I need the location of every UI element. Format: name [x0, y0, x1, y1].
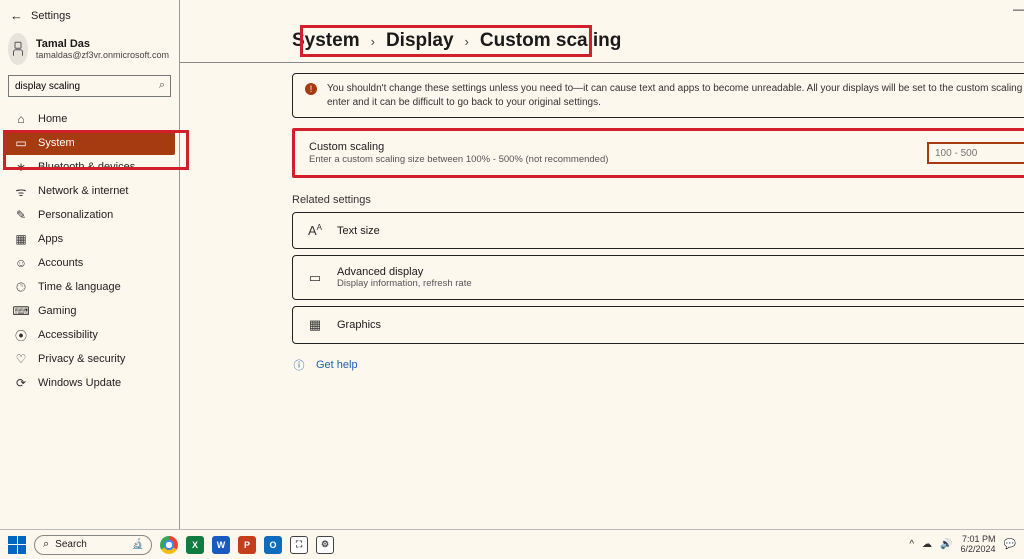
back-icon[interactable]: ←	[10, 8, 23, 23]
sidebar-item-label: Bluetooth & devices	[38, 161, 135, 173]
setting-advanced-display[interactable]: ▭ Advanced display Display information, …	[292, 255, 1024, 300]
sidebar-item-label: Windows Update	[38, 377, 121, 389]
search-input[interactable]	[8, 75, 171, 97]
custom-scaling-card: Custom scaling Enter a custom scaling si…	[292, 128, 1024, 178]
start-button[interactable]	[8, 536, 26, 554]
search-icon: ⌕	[43, 538, 49, 551]
breadcrumb: System › Display › Custom scaling	[180, 0, 1024, 62]
sidebar-item-personalization[interactable]: ✎ Personalization	[4, 203, 175, 227]
gaming-icon: ⌨	[14, 304, 28, 318]
update-icon: ⟳	[14, 376, 28, 390]
tray-volume-icon[interactable]: 🔊	[940, 539, 952, 550]
shield-icon: ♡	[14, 352, 28, 366]
sidebar-item-system[interactable]: ▭ System	[4, 131, 175, 155]
sidebar-item-bluetooth[interactable]: ∗ Bluetooth & devices	[4, 155, 175, 179]
chevron-right-icon: ›	[371, 34, 375, 49]
graphics-icon: ▦	[307, 317, 323, 333]
brush-icon: ✎	[14, 208, 28, 222]
accessibility-icon: ⦿	[14, 327, 28, 344]
wifi-icon: ᯤ	[14, 183, 28, 200]
breadcrumb-system[interactable]: System	[292, 30, 360, 52]
taskbar-chrome[interactable]	[160, 536, 178, 554]
taskbar-clock[interactable]: 7:01 PM 6/2/2024	[961, 535, 996, 554]
profile-email: tamaldas@zf3vr.onmicrosoft.com	[36, 50, 169, 60]
warning-card: ! You shouldn't change these settings un…	[292, 73, 1024, 118]
warning-icon: !	[305, 83, 317, 95]
taskbar-settings[interactable]: ⚙	[316, 536, 334, 554]
taskbar-search[interactable]: ⌕ Search 🔬	[34, 535, 152, 555]
custom-scale-input[interactable]	[927, 142, 1024, 164]
get-help-link[interactable]: Get help	[316, 359, 358, 371]
sidebar-item-update[interactable]: ⟳ Windows Update	[4, 371, 175, 395]
clock-icon: 🕑︎	[14, 280, 28, 295]
setting-title: Advanced display	[337, 266, 1024, 278]
setting-title: Text size	[337, 225, 1024, 237]
person-icon	[9, 40, 27, 58]
nav-list: ⌂ Home ▭ System ∗ Bluetooth & devices ᯤ Netw…	[4, 105, 175, 395]
main-pane: — ❐ ✕ System › Display › Custom scaling …	[180, 0, 1024, 529]
sidebar-item-apps[interactable]: ▦ Apps	[4, 227, 175, 251]
sidebar: ← Settings Tamal Das tamaldas@zf3vr.onmi…	[0, 0, 180, 529]
setting-text-size[interactable]: AA Text size ›	[292, 212, 1024, 249]
sidebar-item-label: Personalization	[38, 209, 113, 221]
taskbar: ⌕ Search 🔬 X W P O ⛶ ⚙ ^ ☁ 🔊 7:01 PM 6/2…	[0, 529, 1024, 559]
sidebar-item-label: Time & language	[38, 281, 121, 293]
tray-cloud-icon[interactable]: ☁	[922, 539, 932, 550]
clock-date: 6/2/2024	[961, 545, 996, 554]
minimize-button[interactable]: —	[1012, 2, 1024, 16]
tray-chevron-up-icon[interactable]: ^	[909, 539, 914, 550]
display-icon: ▭	[307, 270, 323, 286]
profile-name: Tamal Das	[36, 38, 169, 50]
taskbar-search-label: Search	[55, 539, 87, 550]
sidebar-item-accessibility[interactable]: ⦿ Accessibility	[4, 323, 175, 347]
custom-scaling-sub: Enter a custom scaling size between 100%…	[309, 154, 927, 165]
search-highlight-icon: 🔬	[132, 539, 143, 550]
taskbar-powerpoint[interactable]: P	[238, 536, 256, 554]
breadcrumb-display[interactable]: Display	[386, 30, 454, 52]
taskbar-outlook[interactable]: O	[264, 536, 282, 554]
related-heading: Related settings	[292, 194, 1024, 206]
help-icon: ⓘ	[292, 358, 306, 372]
setting-title: Graphics	[337, 319, 1024, 331]
setting-graphics[interactable]: ▦ Graphics ›	[292, 306, 1024, 344]
accounts-icon: ☺	[14, 256, 28, 270]
sidebar-item-label: Network & internet	[38, 185, 128, 197]
divider	[180, 62, 1024, 63]
apps-icon: ▦	[14, 232, 28, 246]
sidebar-item-label: Home	[38, 113, 67, 125]
sidebar-item-label: Privacy & security	[38, 353, 125, 365]
taskbar-apps: X W P O ⛶ ⚙	[160, 536, 334, 554]
sidebar-item-network[interactable]: ᯤ Network & internet	[4, 179, 175, 203]
taskbar-excel[interactable]: X	[186, 536, 204, 554]
window-title: Settings	[31, 10, 71, 22]
taskbar-word[interactable]: W	[212, 536, 230, 554]
home-icon: ⌂	[14, 112, 28, 126]
system-icon: ▭	[14, 136, 28, 150]
custom-scaling-title: Custom scaling	[309, 141, 927, 153]
search-icon[interactable]: ⌕	[159, 79, 165, 92]
tray-notifications-icon[interactable]: 💬	[1004, 539, 1016, 550]
setting-sub: Display information, refresh rate	[337, 278, 1024, 289]
sidebar-item-home[interactable]: ⌂ Home	[4, 107, 175, 131]
sidebar-item-label: Accounts	[38, 257, 83, 269]
profile-block[interactable]: Tamal Das tamaldas@zf3vr.onmicrosoft.com	[4, 31, 175, 73]
sidebar-item-time[interactable]: 🕑︎ Time & language	[4, 275, 175, 299]
taskbar-store[interactable]: ⛶	[290, 536, 308, 554]
text-size-icon: AA	[307, 223, 323, 238]
sidebar-item-label: Accessibility	[38, 329, 98, 341]
bluetooth-icon: ∗	[14, 160, 28, 174]
avatar	[8, 33, 28, 65]
sidebar-item-accounts[interactable]: ☺ Accounts	[4, 251, 175, 275]
sidebar-item-gaming[interactable]: ⌨ Gaming	[4, 299, 175, 323]
chevron-right-icon: ›	[465, 34, 469, 49]
sidebar-item-label: Apps	[38, 233, 63, 245]
warning-text: You shouldn't change these settings unle…	[327, 82, 1024, 109]
breadcrumb-custom-scaling: Custom scaling	[480, 30, 621, 52]
sidebar-item-label: System	[38, 137, 75, 149]
sidebar-item-label: Gaming	[38, 305, 77, 317]
sidebar-item-privacy[interactable]: ♡ Privacy & security	[4, 347, 175, 371]
get-help-row[interactable]: ⓘ Get help	[292, 358, 1024, 372]
